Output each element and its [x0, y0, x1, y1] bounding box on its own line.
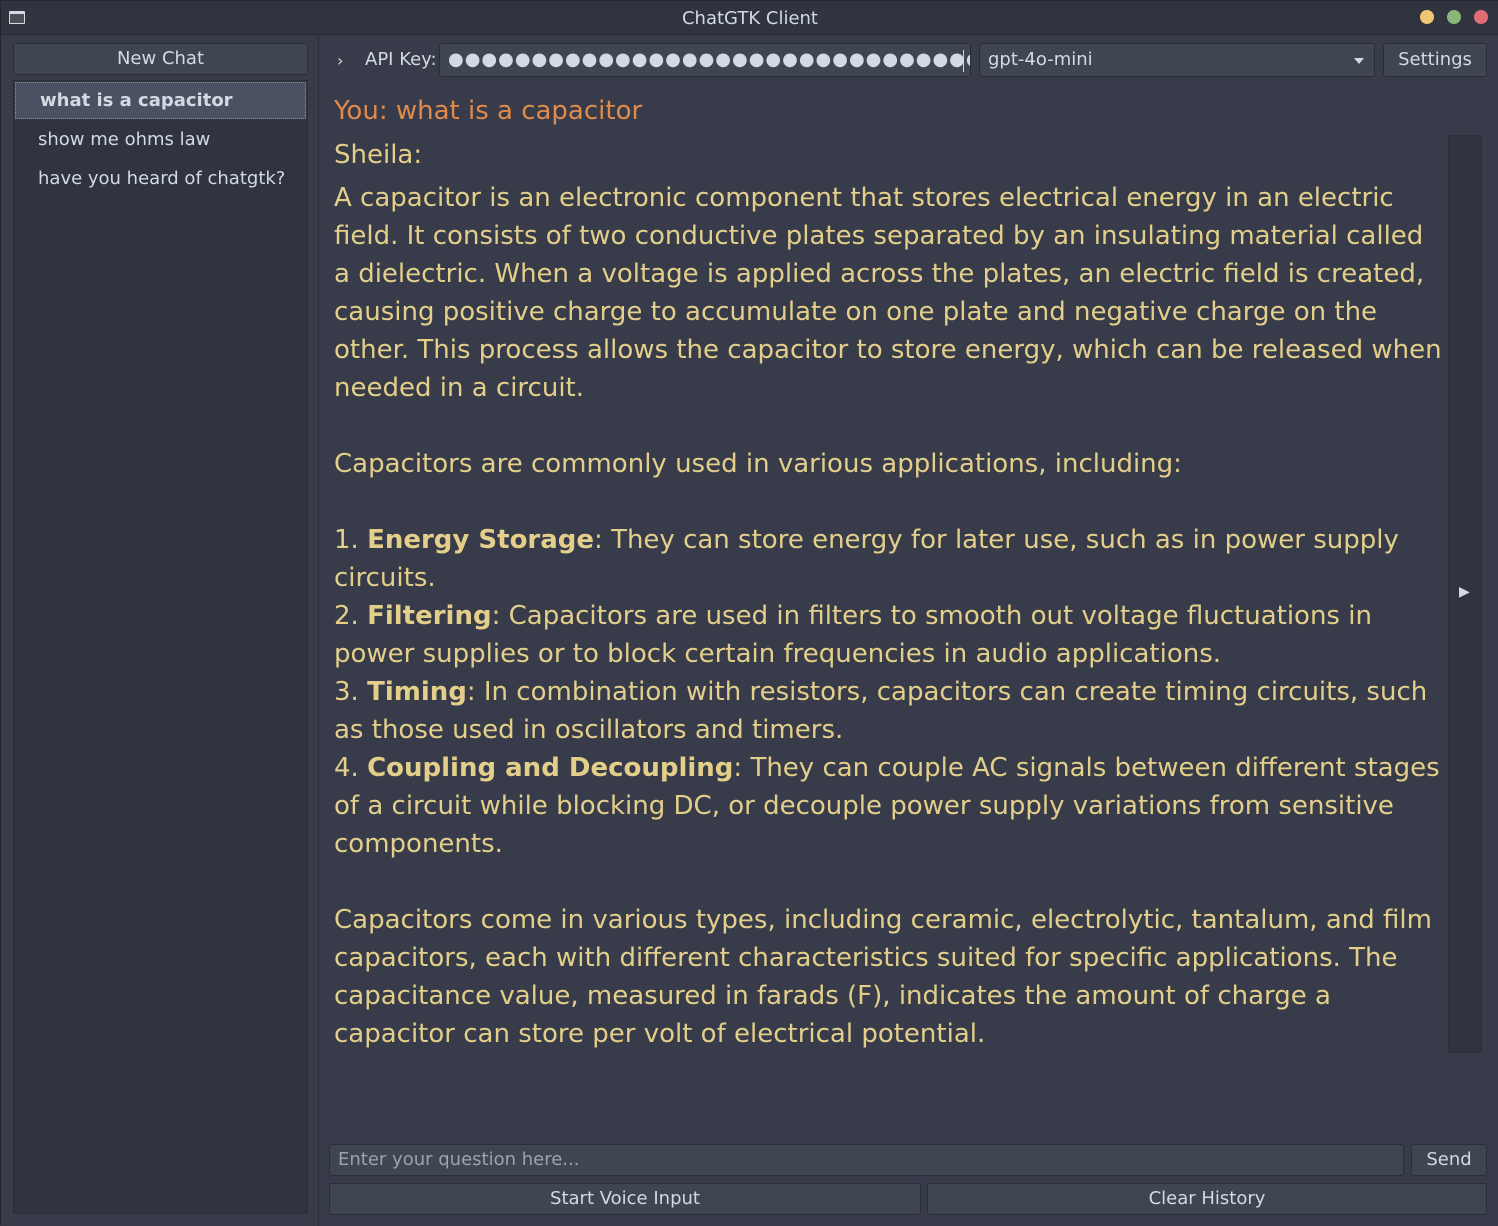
- minimize-button[interactable]: [1420, 10, 1434, 24]
- expander-chevron-icon[interactable]: ›: [337, 51, 343, 70]
- assistant-response: A capacitor is an electronic component t…: [334, 179, 1442, 1053]
- clear-history-button[interactable]: Clear History: [927, 1183, 1487, 1215]
- question-input[interactable]: Enter your question here...: [329, 1144, 1404, 1176]
- main-panel: › API Key: ●●●●●●●●●●●●●●●●●●●●●●●●●●●●●…: [319, 35, 1498, 1226]
- api-key-label: API Key:: [365, 49, 437, 70]
- side-panel-toggle[interactable]: ▶: [1448, 135, 1482, 1053]
- response-paragraph: A capacitor is an electronic component t…: [334, 183, 1442, 403]
- assistant-name: Sheila:: [334, 140, 423, 170]
- history-item[interactable]: what is a capacitor: [15, 82, 306, 119]
- list-item: 4. Coupling and Decoupling: They can cou…: [334, 753, 1440, 859]
- app-window: ChatGTK Client New Chat what is a capaci…: [0, 0, 1498, 1226]
- response-paragraph: Capacitors come in various types, includ…: [334, 905, 1432, 1049]
- model-selected-value: gpt-4o-mini: [988, 49, 1093, 70]
- response-paragraph: Capacitors are commonly used in various …: [334, 449, 1182, 479]
- list-item: 1. Energy Storage: They can store energy…: [334, 525, 1399, 593]
- list-item-term: Coupling and Decoupling: [367, 753, 734, 783]
- sidebar: New Chat what is a capacitor show me ohm…: [1, 35, 319, 1226]
- list-item-term: Timing: [367, 677, 467, 707]
- list-item-term: Energy Storage: [367, 525, 595, 555]
- chat-history-list: what is a capacitor show me ohms law hav…: [13, 80, 308, 1214]
- dropdown-arrow-icon: [1354, 58, 1364, 64]
- toolbar: › API Key: ●●●●●●●●●●●●●●●●●●●●●●●●●●●●●…: [319, 35, 1498, 85]
- api-key-input[interactable]: ●●●●●●●●●●●●●●●●●●●●●●●●●●●●●●●●●●●●●●●●…: [439, 43, 971, 77]
- history-item-label: show me ohms law: [38, 129, 211, 150]
- new-chat-button[interactable]: New Chat: [13, 43, 308, 75]
- history-item[interactable]: have you heard of chatgtk?: [14, 159, 307, 198]
- settings-button[interactable]: Settings: [1383, 43, 1487, 77]
- list-item: 3. Timing: In combination with resistors…: [334, 677, 1428, 745]
- title-bar: ChatGTK Client: [1, 1, 1498, 35]
- history-item-label: what is a capacitor: [40, 90, 233, 111]
- chat-view: You: what is a capacitor Sheila: A capac…: [334, 91, 1442, 1131]
- history-item-label: have you heard of chatgtk?: [38, 168, 286, 189]
- start-voice-input-button[interactable]: Start Voice Input: [329, 1183, 921, 1215]
- history-item[interactable]: show me ohms law: [14, 120, 307, 159]
- list-item: 2. Filtering: Capacitors are used in fil…: [334, 601, 1372, 669]
- api-key-value: ●●●●●●●●●●●●●●●●●●●●●●●●●●●●●●●●●●●●●●●●…: [448, 49, 971, 70]
- model-select[interactable]: gpt-4o-mini: [979, 43, 1375, 77]
- send-button[interactable]: Send: [1411, 1144, 1487, 1176]
- window-title: ChatGTK Client: [681, 8, 818, 29]
- maximize-button[interactable]: [1447, 10, 1461, 24]
- list-item-term: Filtering: [367, 601, 492, 631]
- user-message: You: what is a capacitor: [334, 96, 643, 126]
- close-button[interactable]: [1474, 10, 1488, 24]
- expand-arrow-icon: ▶: [1459, 584, 1470, 600]
- text-cursor: [963, 50, 964, 72]
